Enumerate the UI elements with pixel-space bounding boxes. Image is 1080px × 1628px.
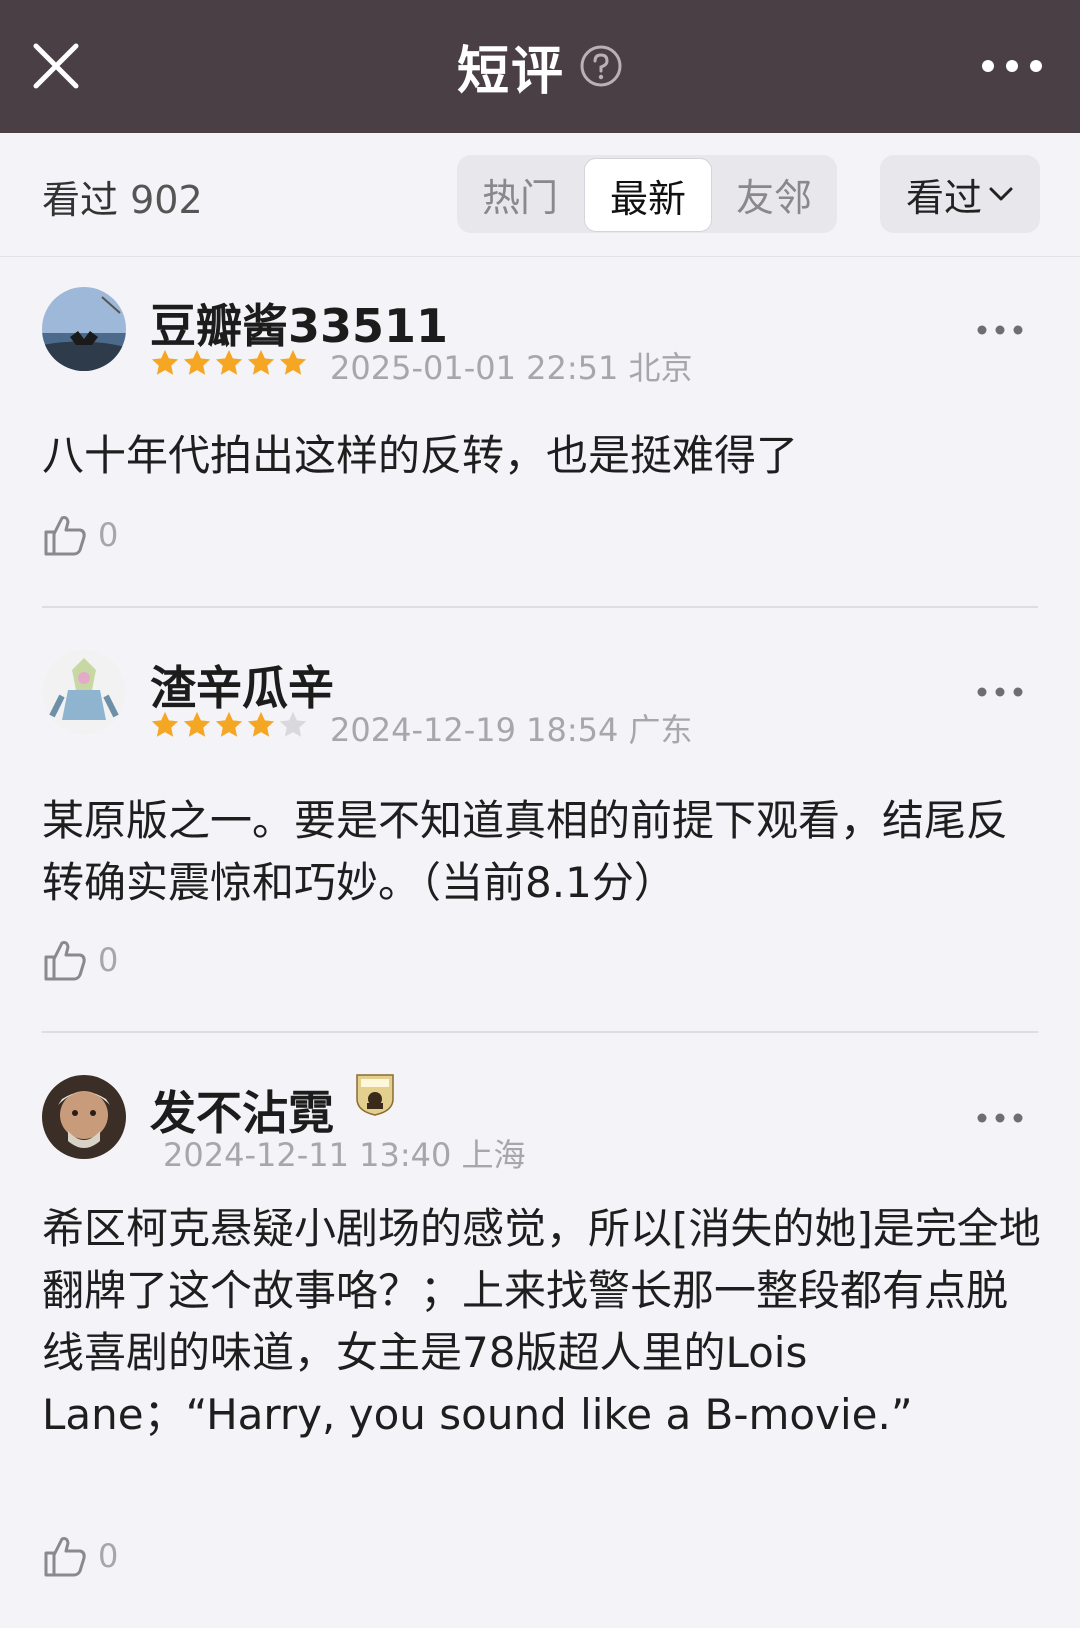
- comment-meta: 2024-12-19 18:54 广东: [330, 705, 693, 751]
- comment-text: 八十年代拍出这样的反转，也是挺难得了: [42, 431, 799, 480]
- seen-count: 看过 902: [42, 169, 203, 224]
- dropdown-label: 看过: [905, 175, 982, 220]
- avatar[interactable]: [42, 650, 126, 734]
- tab-friends[interactable]: 友邻: [711, 155, 837, 233]
- comment-location: 广东: [628, 711, 693, 749]
- comment-meta: 2024-12-11 13:40 上海: [163, 1130, 526, 1176]
- comment-text: 某原版之一。要是不知道真相的前提下观看，结尾反转确实震惊和巧妙。（当前8.1分）: [42, 796, 1009, 907]
- star-icon: [151, 349, 179, 375]
- like-count: 0: [98, 516, 119, 554]
- divider: [42, 606, 1038, 608]
- help-icon[interactable]: [579, 44, 623, 88]
- star-icon: [151, 711, 179, 737]
- like-count: 0: [98, 941, 119, 979]
- like-button[interactable]: 0: [42, 937, 118, 983]
- rating-stars: [150, 348, 308, 378]
- thumbs-up-icon: [44, 1537, 86, 1577]
- like-button[interactable]: 0: [42, 1533, 118, 1579]
- username[interactable]: 渣辛瓜辛: [150, 652, 334, 718]
- tab-hot[interactable]: 热门: [457, 155, 583, 233]
- user-badge: [355, 1073, 395, 1117]
- rating-stars: [150, 710, 308, 740]
- more-icon[interactable]: [976, 320, 1024, 340]
- star-icon: [183, 711, 211, 737]
- filter-bar: 看过 902 热门 最新 友邻 看过: [0, 133, 1080, 257]
- comment-time: 2024-12-19 18:54: [330, 711, 619, 749]
- sort-tabs: 热门 最新 友邻: [457, 155, 837, 233]
- comment-location: 上海: [461, 1136, 526, 1174]
- comment-time: 2025-01-01 22:51: [330, 349, 619, 387]
- more-icon[interactable]: [976, 682, 1024, 702]
- like-count: 0: [98, 1537, 119, 1575]
- avatar[interactable]: [42, 1075, 126, 1159]
- star-icon: [183, 349, 211, 375]
- top-bar: 短评: [0, 0, 1080, 133]
- comment-text: 希区柯克悬疑小剧场的感觉，所以[消失的她]是完全地翻牌了这个故事咯？；上来找警长…: [42, 1204, 1041, 1439]
- like-button[interactable]: 0: [42, 512, 118, 558]
- more-icon[interactable]: [978, 44, 1046, 88]
- star-icon: [279, 349, 307, 375]
- seen-number: 902: [130, 178, 203, 222]
- comment-time: 2024-12-11 13:40: [163, 1136, 452, 1174]
- thumbs-up-icon: [44, 941, 86, 981]
- comment-location: 北京: [628, 349, 693, 387]
- tab-latest[interactable]: 最新: [584, 158, 712, 232]
- thumbs-up-icon: [44, 516, 86, 556]
- divider: [42, 1031, 1038, 1033]
- seen-label: 看过: [42, 178, 119, 222]
- star-icon: [215, 349, 243, 375]
- star-icon: [279, 711, 307, 737]
- title-wrap: 短评: [0, 26, 1080, 106]
- chevron-down-icon: [989, 187, 1013, 201]
- star-icon: [215, 711, 243, 737]
- star-icon: [247, 349, 275, 375]
- more-icon[interactable]: [976, 1108, 1024, 1128]
- star-icon: [247, 711, 275, 737]
- status-dropdown[interactable]: 看过: [880, 155, 1040, 233]
- avatar[interactable]: [42, 287, 126, 371]
- comment-meta: 2025-01-01 22:51 北京: [330, 343, 693, 389]
- page-title: 短评: [456, 41, 565, 102]
